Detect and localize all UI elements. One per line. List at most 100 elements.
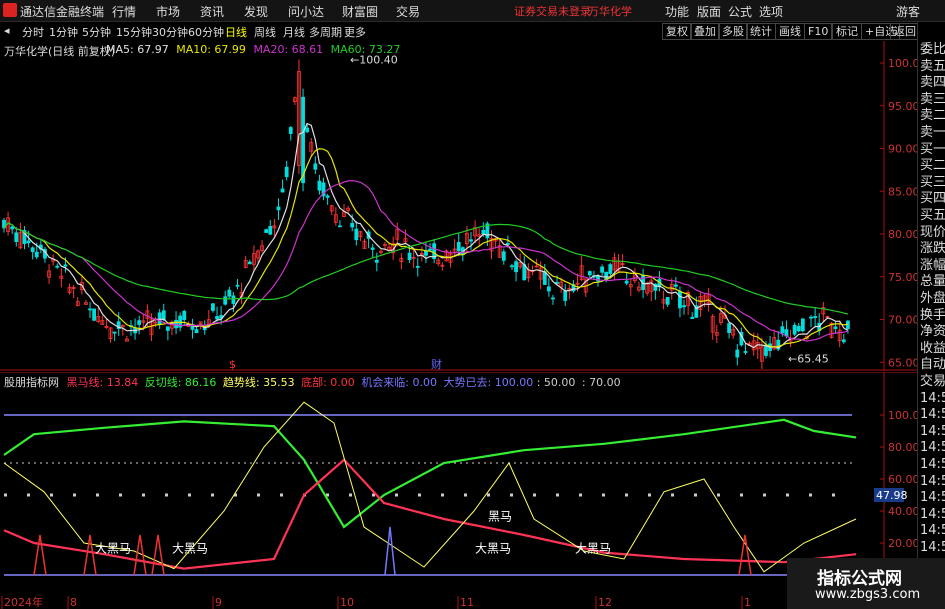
side-panel-item[interactable]: 14:56 xyxy=(920,424,945,440)
menu-hangqing[interactable]: 行情 xyxy=(112,3,136,20)
side-panel-item[interactable]: 14:56 xyxy=(920,507,945,523)
period-weekly[interactable]: 周线 xyxy=(254,24,276,40)
button-back[interactable]: 返回 xyxy=(890,23,920,40)
side-panel-item[interactable]: 卖三 xyxy=(920,92,945,108)
stock-tag[interactable]: 万华化学 xyxy=(588,3,632,19)
side-panel-item[interactable]: 卖二 xyxy=(920,108,945,124)
price-tick-label: 65.00 xyxy=(888,356,917,369)
candle-body xyxy=(280,188,285,193)
candlestick-chart[interactable]: 100.0 95.00 90.00 85.00 80.00 75.00 70.00 65.00… xyxy=(0,41,917,371)
candle-body xyxy=(370,247,375,250)
guest-label[interactable]: 游客 xyxy=(896,3,920,20)
side-panel-item[interactable]: 14:56 xyxy=(920,523,945,539)
candle-body xyxy=(350,222,355,228)
period-30min[interactable]: 30分钟 xyxy=(152,24,188,40)
price-tick-label: 100.0 xyxy=(888,57,917,70)
side-panel-item[interactable]: 14:56 xyxy=(920,407,945,423)
menu-gongshi[interactable]: 公式 xyxy=(728,3,752,20)
period-multi[interactable]: 多周期 xyxy=(309,24,342,40)
side-panel-item[interactable]: 14:56 xyxy=(920,391,945,407)
side-panel-item[interactable]: 14:56 xyxy=(920,474,945,490)
watermark-title: 指标公式网 xyxy=(817,569,902,589)
candle-body xyxy=(796,326,801,332)
candle-body xyxy=(55,265,60,268)
side-panel-item[interactable]: 涨幅 xyxy=(920,258,945,274)
side-panel-item[interactable]: 买一 xyxy=(920,142,945,158)
price-tick-label: 80.00 xyxy=(888,228,917,241)
login-status[interactable]: 证券交易未登录 xyxy=(514,3,591,19)
candle-body xyxy=(542,271,547,285)
menu-jiaoyi[interactable]: 交易 xyxy=(396,3,420,20)
button-huaxian[interactable]: 画线 xyxy=(775,23,805,40)
indicator-chart[interactable]: 100.0 80.00 60.00 40.00 20.00 大黑马 大黑马 黑马大黑马 大黑马 4… xyxy=(0,372,917,609)
candle-body xyxy=(227,289,232,297)
period-1min[interactable]: 1分钟 xyxy=(49,24,78,40)
dashi-label: 大势已去: 100.00 xyxy=(443,376,534,389)
period-fenshi[interactable]: 分时 xyxy=(22,24,44,40)
level50-label: : 50.00 xyxy=(536,376,576,389)
menu-xuanxiang[interactable]: 选项 xyxy=(759,3,783,20)
side-panel-item[interactable]: 卖四 xyxy=(920,75,945,91)
side-panel-item[interactable]: 买五 xyxy=(920,208,945,224)
menu-wenxiaoda[interactable]: 问小达 xyxy=(288,3,324,20)
side-panel-item[interactable]: 14:56 xyxy=(920,457,945,473)
heima-label: 黑马线: 13.84 xyxy=(66,376,139,389)
candle-body xyxy=(456,241,461,252)
button-fuquan[interactable]: 复权 xyxy=(662,23,692,40)
period-5min[interactable]: 5分钟 xyxy=(82,24,111,40)
button-diejia[interactable]: 叠加 xyxy=(690,23,720,40)
button-f10[interactable]: F10 xyxy=(804,23,833,40)
side-panel-item[interactable]: 买四 xyxy=(920,191,945,207)
button-duogu[interactable]: 多股 xyxy=(718,23,748,40)
candle-body xyxy=(735,349,740,358)
side-panel-item[interactable]: 涨跌 xyxy=(920,241,945,257)
side-panel-item[interactable]: 卖五 xyxy=(920,59,945,75)
side-panel-item[interactable]: 买二 xyxy=(920,158,945,174)
period-daily[interactable]: 日线 xyxy=(225,24,247,40)
side-panel-item[interactable]: 买三 xyxy=(920,175,945,191)
period-60min[interactable]: 60分钟 xyxy=(188,24,224,40)
price-tick-label: 70.00 xyxy=(888,314,917,327)
side-panel-item[interactable]: 自动 xyxy=(920,357,945,373)
title-bar: 通达信金融终端 行情 市场 资讯 发现 问小达 财富圈 交易 证券交易未登录 万… xyxy=(0,0,945,22)
side-panel-item[interactable]: 卖一 xyxy=(920,125,945,141)
menu-faxian[interactable]: 发现 xyxy=(244,3,268,20)
candle-body xyxy=(608,264,613,274)
side-panel-item[interactable]: 14:56 xyxy=(920,540,945,556)
level70-label: : 70.00 xyxy=(581,376,621,389)
side-panel-item[interactable]: 委比 xyxy=(920,42,945,58)
side-panel-item[interactable]: 收益 xyxy=(920,341,945,357)
period-monthly[interactable]: 月线 xyxy=(283,24,305,40)
menu-gongneng[interactable]: 功能 xyxy=(665,3,689,20)
candle-body xyxy=(284,166,289,178)
candle-body xyxy=(137,320,142,325)
x-axis-label: 11 xyxy=(460,596,474,609)
candle-body xyxy=(10,226,15,230)
side-panel-item[interactable]: 14:56 xyxy=(920,440,945,456)
menu-banmian[interactable]: 版面 xyxy=(697,3,721,20)
indicator-name[interactable]: 股朋指标网 xyxy=(4,376,59,389)
toolbar-arrow-icon[interactable]: ◂ xyxy=(4,24,10,37)
side-panel-item[interactable]: 外盘 xyxy=(920,291,945,307)
menu-zixun[interactable]: 资讯 xyxy=(200,3,224,20)
period-more[interactable]: 更多 xyxy=(344,24,366,40)
signal-label: 大黑马 xyxy=(475,542,511,556)
candle-body xyxy=(354,228,359,241)
signal-label: 大黑马 xyxy=(575,542,611,556)
button-tongji[interactable]: 统计 xyxy=(746,23,776,40)
side-panel-item[interactable]: 现价 xyxy=(920,225,945,241)
period-15min[interactable]: 15分钟 xyxy=(116,24,152,40)
candle-body xyxy=(551,297,555,300)
ma10-label: MA10: 67.99 xyxy=(176,43,246,56)
menu-caifuquan[interactable]: 财富圈 xyxy=(342,3,378,20)
side-panel-item[interactable]: 交易 xyxy=(920,374,945,390)
candle-body xyxy=(231,295,236,304)
side-panel-item[interactable]: 换手 xyxy=(920,308,945,324)
side-panel-item[interactable]: 净资 xyxy=(920,324,945,340)
side-panel-item[interactable]: 总量 xyxy=(920,274,945,290)
button-biaoji[interactable]: 标记 xyxy=(832,23,862,40)
menu-shichang[interactable]: 市场 xyxy=(156,3,180,20)
candle-body xyxy=(374,259,379,263)
ind-tick-label: 100.0 xyxy=(888,409,917,422)
side-panel-item[interactable]: 14:56 xyxy=(920,490,945,506)
